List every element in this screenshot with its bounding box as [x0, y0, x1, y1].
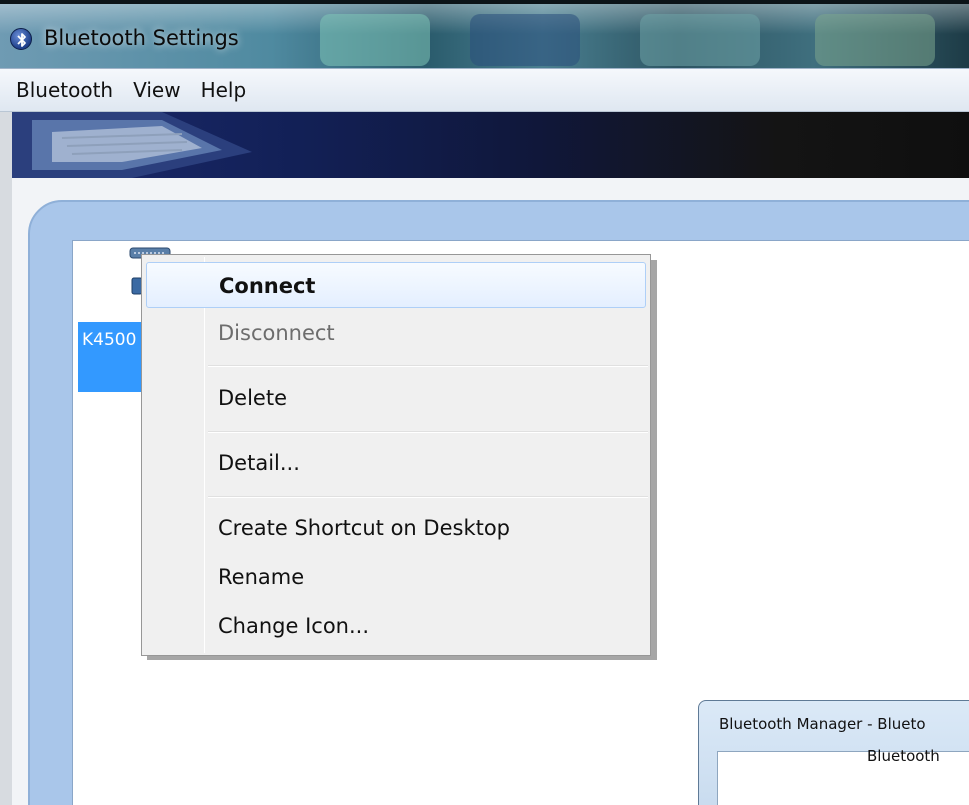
- window-left-edge: [0, 112, 12, 805]
- context-menu: Connect Disconnect Delete Detail... Crea…: [141, 254, 651, 656]
- device-label: K4500: [82, 330, 137, 350]
- title-bar-decoration: [470, 14, 580, 66]
- menu-item-change-icon[interactable]: Change Icon...: [146, 603, 646, 649]
- bluetooth-manager-window[interactable]: Bluetooth Manager - Blueto Bluetooth: [698, 700, 969, 805]
- menu-item-connect[interactable]: Connect: [146, 262, 646, 308]
- menu-item-rename[interactable]: Rename: [146, 554, 646, 600]
- title-bar-decoration: [640, 14, 760, 66]
- header-banner: [12, 112, 969, 178]
- menu-item-disconnect: Disconnect: [218, 321, 335, 345]
- menu-help[interactable]: Help: [191, 74, 257, 106]
- menu-separator: [208, 496, 648, 498]
- menu-item-delete[interactable]: Delete: [146, 375, 646, 421]
- title-bar-decoration: [815, 14, 935, 66]
- menu-item-detail[interactable]: Detail...: [146, 440, 646, 486]
- menu-bar: Bluetooth View Help: [0, 68, 969, 112]
- device-item-k4500[interactable]: K4500: [78, 322, 148, 392]
- menu-bluetooth[interactable]: Bluetooth: [6, 74, 123, 106]
- bluetooth-icon[interactable]: [10, 28, 32, 50]
- title-bar-decoration: [320, 14, 430, 66]
- menu-separator: [208, 431, 648, 433]
- laptop-graphic: [12, 112, 252, 178]
- title-bar: Bluetooth Settings: [0, 0, 969, 68]
- window-title: Bluetooth Settings: [44, 26, 239, 50]
- sub-window-title: Bluetooth Manager - Blueto: [719, 715, 926, 733]
- menu-item-create-shortcut[interactable]: Create Shortcut on Desktop: [146, 505, 646, 551]
- menu-separator: [208, 365, 648, 367]
- sub-window-text: Bluetooth: [867, 747, 940, 765]
- menu-view[interactable]: View: [123, 74, 190, 106]
